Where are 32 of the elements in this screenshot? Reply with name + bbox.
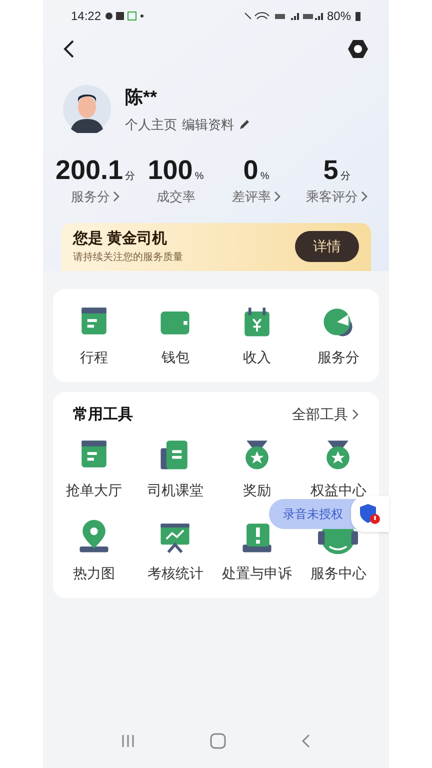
stat-unit: % — [194, 170, 204, 184]
section-title: 常用工具 — [73, 404, 133, 424]
stat-unit: 分 — [125, 170, 136, 184]
stat-label-link[interactable]: 差评率 — [232, 187, 281, 206]
banner-title: 您是 黄金司机 — [73, 228, 168, 249]
stat-unit: % — [260, 170, 270, 184]
shortcut-button[interactable]: 司机课堂 — [134, 436, 216, 501]
shortcut-button[interactable]: 服务分 — [298, 302, 379, 368]
shortcut-button[interactable]: 考核统计 — [134, 519, 216, 584]
shortcut-button[interactable]: 钱包 — [134, 302, 216, 368]
battery-percent: 80% — [326, 8, 351, 25]
profile-home-link[interactable]: 个人主页 — [125, 114, 177, 134]
stat-value: 5 — [323, 154, 338, 187]
recording-permission-tooltip: 录音未授权 — [269, 499, 357, 529]
shortcut-button[interactable]: 行程 — [53, 302, 134, 368]
stat-value: 0 — [243, 154, 258, 187]
status-time: 14:22 — [71, 8, 102, 25]
stat-label-link[interactable]: 成交率 — [156, 187, 196, 206]
details-button[interactable]: 详情 — [295, 231, 359, 262]
shortcut-button[interactable]: 抢单大厅 — [53, 436, 134, 501]
shortcut-button[interactable]: 收入 — [216, 302, 298, 368]
stat-label-link[interactable]: 乘客评分 — [306, 187, 368, 206]
user-name: 陈** — [125, 86, 158, 109]
stat-label-link[interactable]: 服务分 — [70, 187, 120, 206]
shortcut-button[interactable]: 热力图 — [53, 519, 134, 584]
shortcut-button[interactable]: 奖励 — [216, 436, 298, 501]
all-tools-link[interactable]: 全部工具 — [292, 404, 359, 426]
stat-value: 200.1 — [55, 154, 124, 187]
edit-profile-link[interactable]: 编辑资料 — [182, 114, 234, 134]
stat-value: 100 — [148, 154, 193, 187]
stat-unit: 分 — [340, 170, 350, 184]
banner-subtitle: 请持续关注您的服务质量 — [73, 250, 183, 266]
